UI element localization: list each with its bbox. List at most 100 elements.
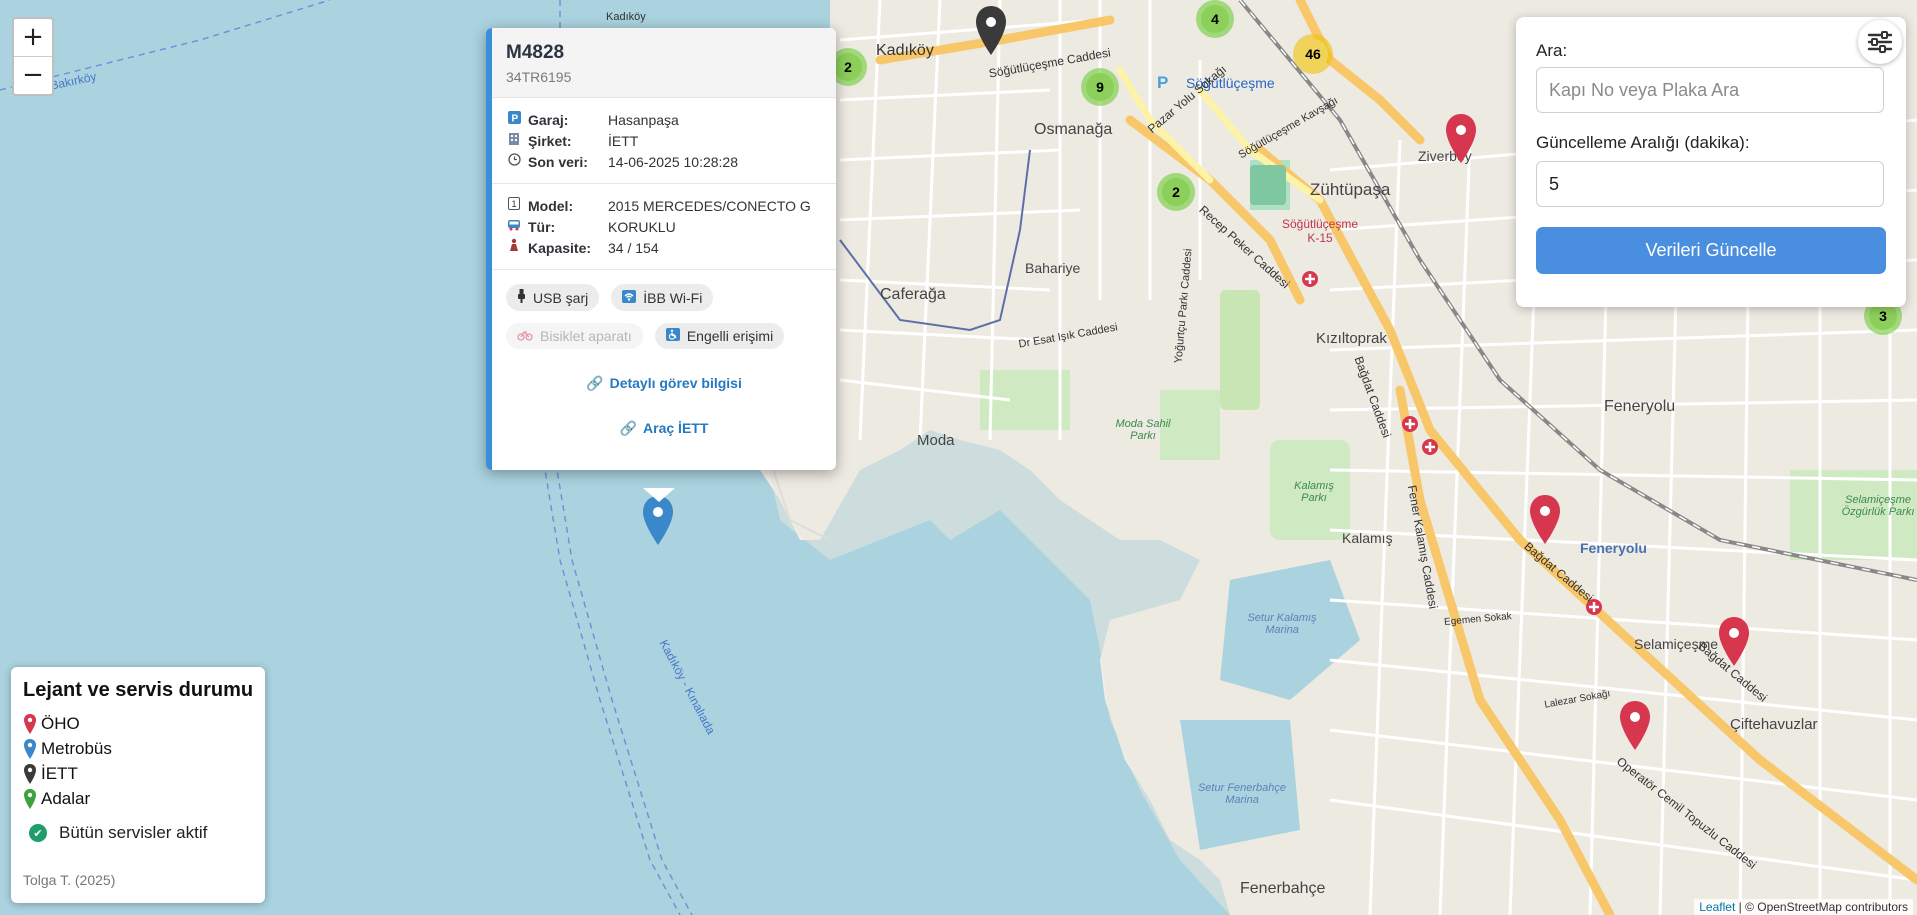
oho-marker[interactable] [1528,494,1562,546]
legend-label: ÖHO [41,714,80,733]
green-pin-icon [24,789,36,809]
garage-value: Hasanpaşa [608,112,679,128]
legend-label: Metrobüs [41,739,112,758]
feature-label: USB şarj [533,289,589,306]
map-label-kadikoy-small: Kadıköy [606,11,646,23]
feature-chip-bike: Bisiklet aparatı [506,323,643,349]
legend-item-metrobus: Metrobüs [23,738,112,760]
map-label-osmanaga: Osmanağa [1034,121,1113,138]
cluster-count: 9 [1096,79,1104,95]
map-attribution: Leaflet | © OpenStreetMap contributors [1694,899,1913,915]
link-icon: 🔗 [586,375,604,391]
map-label-sogutlucesme-k15: Söğütlüçeşme K-15 [1281,217,1359,245]
feature-label: İBB Wi-Fi [643,289,703,306]
link-icon: 🔗 [619,420,638,436]
model-row: 1 Model: 2015 MERCEDES/CONECTO G [506,196,822,217]
oho-marker[interactable] [1444,113,1478,165]
legend: Lejant ve servis durumu ÖHO Metrobüs İET… [11,667,265,903]
popup-section-operator: P Garaj: Hasanpaşa Şirket: İETT Son veri… [492,98,836,184]
company-row: Şirket: İETT [506,131,822,152]
zoom-out-button[interactable]: − [14,56,52,94]
popup-title: M4828 [506,42,565,63]
vehicle-iett-link[interactable]: 🔗 Araç İETT [492,420,836,437]
metrobus-marker[interactable] [641,495,675,547]
map-label-feneryolu-station: Feneryolu [1580,540,1647,556]
last-data-label: Son veri: [528,154,588,170]
map-label-selamicesme-parki: Selamiçeşme Özgürlük Parkı [1841,494,1915,518]
osm-attribution: | © OpenStreetMap contributors [1738,900,1908,914]
update-data-button[interactable]: Verileri Güncelle [1536,227,1886,274]
last-data-row: Son veri: 14-06-2025 10:28:28 [506,152,822,173]
map-label-kadikoy: Kadıköy [876,42,934,59]
bicycle-icon [517,329,533,344]
iett-marker[interactable] [974,5,1008,57]
passenger-icon [506,238,522,259]
map-cluster[interactable]: 9 [1081,68,1119,106]
red-pin-icon [24,714,36,734]
feature-label: Bisiklet aparatı [540,328,632,344]
building-icon [506,131,522,152]
vehicle-iett-link-label: Araç İETT [643,420,709,436]
map-label-zuhtupasa: Zühtüpaşa [1310,180,1391,199]
map-label-bahariye: Bahariye [1025,260,1081,276]
capacity-value: 34 / 154 [608,240,659,256]
map-label-ciftehavuzlar: Çiftehavuzlar [1730,716,1818,733]
cluster-count: 4 [1211,11,1219,27]
legend-item-oho: ÖHO [23,713,80,735]
model-value: 2015 MERCEDES/CONECTO G [608,198,811,214]
popup-plate: 34TR6195 [506,69,572,85]
sliders-icon [1867,31,1893,53]
cluster-count: 46 [1305,46,1321,62]
task-detail-link-label: Detaylı görev bilgisi [609,375,742,391]
map-cluster[interactable]: 4 [1196,0,1234,38]
zoom-in-button[interactable]: + [14,19,52,56]
model-number-icon: 1 [506,196,522,217]
search-label: Ara: [1536,41,1568,60]
company-label: Şirket: [528,133,572,149]
task-detail-link[interactable]: 🔗 Detaylı görev bilgisi [492,375,836,392]
map-label-setur-fenerbahce: Setur Fenerbahçe Marina [1197,782,1287,806]
feature-chip-usb: USB şarj [506,284,600,311]
parking-icon: P [506,110,522,131]
bus-icon [506,217,522,238]
company-value: İETT [608,133,639,149]
map-label-kalamis: Kalamış [1342,530,1393,546]
leaflet-link[interactable]: Leaflet [1699,900,1735,914]
popup-tip [643,488,675,502]
map-cluster[interactable]: 2 [1157,173,1195,211]
garage-label: Garaj: [528,112,569,128]
garage-row: P Garaj: Hasanpaşa [506,110,822,131]
search-input[interactable] [1536,67,1884,113]
type-row: Tür: KORUKLU [506,217,822,238]
svg-text:P: P [511,114,518,125]
check-icon: ✔ [29,824,47,842]
popup-header: M4828 34TR6195 [492,28,836,98]
wheelchair-icon [665,328,680,344]
cluster-count: 3 [1879,308,1887,324]
oho-marker[interactable] [1618,700,1652,752]
oho-marker[interactable] [1717,616,1751,668]
map-label-feneryolu: Feneryolu [1604,398,1676,415]
control-panel: Ara: Güncelleme Aralığı (dakika): Verile… [1516,17,1906,307]
map-label-caferaga: Caferağa [880,286,946,303]
wifi-icon [622,289,637,306]
map-label-kalamis-parki: Kalamış Parkı [1294,480,1334,504]
svg-text:1: 1 [512,199,517,209]
legend-item-iett: İETT [23,763,78,785]
interval-label: Güncelleme Aralığı (dakika): [1536,133,1750,152]
service-status: ✔ Bütün servisler aktif [29,823,207,843]
map-label-kiziltoprak: Kızıltoprak [1316,330,1387,347]
last-data-value: 14-06-2025 10:28:28 [608,154,738,170]
service-status-text: Bütün servisler aktif [59,823,208,842]
blue-pin-icon [24,739,36,759]
legend-label: İETT [41,764,78,783]
feature-chip-wifi: İBB Wi-Fi [611,284,714,311]
svg-text:P: P [1157,73,1168,92]
map-cluster[interactable]: 46 [1293,34,1333,74]
settings-toggle-button[interactable] [1858,20,1902,64]
capacity-label: Kapasite: [528,240,592,256]
type-label: Tür: [528,219,556,235]
vehicle-popup: M4828 34TR6195 P Garaj: Hasanpaşa Şirket… [486,28,836,470]
interval-input[interactable] [1536,161,1884,207]
feature-label: Engelli erişimi [686,328,774,344]
